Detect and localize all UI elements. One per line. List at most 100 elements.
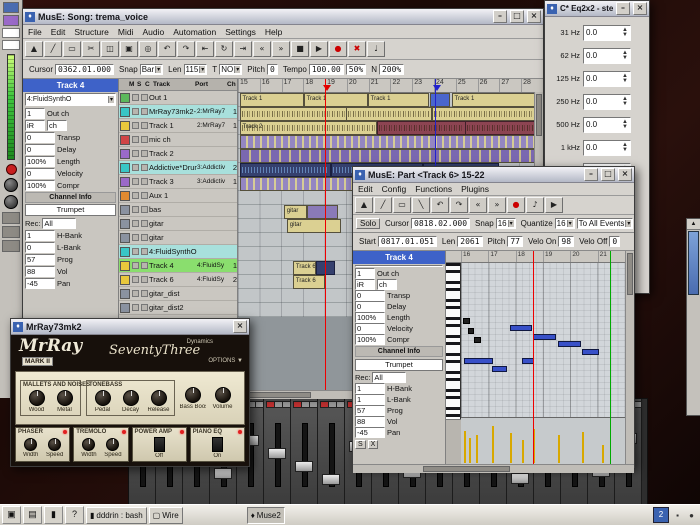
mixer-channel-strip[interactable]	[264, 399, 291, 506]
solo-dot[interactable]	[141, 150, 148, 157]
quantize-select[interactable]: 16▾	[555, 218, 575, 229]
out-ch-value[interactable]: 1	[25, 108, 45, 119]
spinner-icons[interactable]: ▲▼	[622, 74, 628, 84]
pan-value[interactable]: -45	[355, 427, 385, 438]
velocity-value[interactable]: 0	[355, 323, 385, 334]
speed-knob[interactable]	[106, 438, 119, 451]
track-select[interactable]: Track 4	[23, 79, 118, 92]
spin-down-icon[interactable]: ▼	[622, 148, 628, 153]
decay-knob[interactable]	[123, 390, 139, 406]
zoom-h-box[interactable]: 50%	[346, 64, 366, 75]
strip-button[interactable]	[282, 401, 291, 408]
band-value-box[interactable]: 0.0▲▼	[583, 117, 631, 133]
input-route-select[interactable]: iR	[355, 279, 375, 290]
forward-icon[interactable]: »	[272, 41, 290, 57]
part[interactable]	[307, 205, 338, 219]
wood-knob[interactable]	[29, 390, 45, 406]
velocity-value[interactable]: 0	[25, 168, 55, 179]
part[interactable]: Track 1	[368, 93, 429, 107]
part[interactable]: Track 6	[293, 275, 326, 289]
part[interactable]: Track 2	[240, 121, 378, 135]
mute-dot[interactable]	[132, 122, 139, 129]
scrollbar-thumb[interactable]	[627, 253, 633, 295]
mute-dot[interactable]	[132, 178, 139, 185]
scrollbar-thumb[interactable]	[536, 94, 542, 136]
track-select[interactable]: Track 4	[353, 251, 445, 264]
menu-functions[interactable]: Functions	[415, 184, 452, 194]
background-scrollbar[interactable]: ▲	[686, 218, 700, 416]
spinner-icons[interactable]: ▲▼	[622, 97, 628, 107]
mute-dot[interactable]	[132, 276, 139, 283]
eraser-tool-icon[interactable]: ▭	[393, 197, 411, 213]
output-port-select[interactable]: 4:FluidSynthO▾	[355, 265, 443, 267]
band-value-box[interactable]: 0.0▲▼	[583, 25, 631, 41]
strip-button[interactable]	[2, 226, 20, 238]
pianoroll-ruler[interactable]: 161718192021	[461, 251, 625, 263]
solo-dot[interactable]	[141, 164, 148, 171]
track-row[interactable]: Track 44:FluidSy1	[119, 259, 237, 273]
snap-select[interactable]: 16▾	[496, 218, 516, 229]
strip-button[interactable]	[2, 212, 20, 224]
solo-dot[interactable]	[141, 136, 148, 143]
solo-dot[interactable]	[141, 234, 148, 241]
task-button-dddrin-bash[interactable]: ▮dddrin : bash	[86, 507, 147, 524]
delay-value[interactable]: 0	[25, 144, 55, 155]
transp-value[interactable]: 0	[25, 132, 55, 143]
rec-select[interactable]: All	[42, 218, 76, 229]
piano-keyboard[interactable]	[446, 263, 461, 419]
undo-icon[interactable]: ↶	[431, 197, 449, 213]
strip-value-box[interactable]	[2, 28, 20, 38]
pan-value[interactable]: -45	[25, 278, 55, 289]
velocity-bar[interactable]	[582, 432, 584, 463]
apply-to-select[interactable]: To All Events▾	[577, 218, 634, 229]
velocity-bar[interactable]	[464, 431, 466, 463]
width-knob[interactable]	[82, 438, 95, 451]
strip-button[interactable]	[2, 240, 20, 252]
metronome-icon[interactable]: ♩	[367, 41, 385, 57]
help-icon[interactable]: ?	[65, 506, 84, 524]
close-button[interactable]: ×	[633, 2, 647, 15]
scroll-up-icon[interactable]: ▲	[687, 219, 700, 230]
desktop-icon[interactable]: ▤	[23, 506, 42, 524]
menu-plugins[interactable]: Plugins	[461, 184, 489, 194]
pianoroll-vscrollbar[interactable]	[625, 251, 634, 464]
mrray-titlebar[interactable]: ♦ MrRay73mk2 ×	[11, 319, 249, 335]
start-box[interactable]: 0817.01.051	[378, 236, 437, 247]
band-value-box[interactable]: 0.0▲▼	[583, 140, 631, 156]
fader-knob[interactable]	[322, 474, 340, 485]
line-tool-icon[interactable]: ╲	[412, 197, 430, 213]
velocity-bar[interactable]	[469, 438, 471, 463]
strip-button[interactable]	[309, 401, 318, 408]
minimize-button[interactable]: –	[616, 2, 630, 15]
solo-dot[interactable]	[141, 290, 148, 297]
pencil-tool-icon[interactable]: ╱	[374, 197, 392, 213]
l-bank-value[interactable]: 0	[25, 242, 55, 253]
power-switch[interactable]	[154, 437, 165, 452]
options-menu[interactable]: OPTIONS ▼	[208, 358, 243, 364]
prog-value[interactable]: 57	[355, 405, 385, 416]
track-row[interactable]: Aux 1	[119, 189, 237, 203]
power-switch[interactable]	[212, 437, 223, 452]
menu-config[interactable]: Config	[382, 184, 407, 194]
patch-select[interactable]: Trumpet	[25, 204, 116, 216]
spinner-icons[interactable]: ▲▼	[622, 120, 628, 130]
vol-value[interactable]: 88	[25, 266, 55, 277]
solo-dot[interactable]	[141, 94, 148, 101]
gain-knob[interactable]	[4, 195, 18, 209]
track-row[interactable]: Track 64:FluidSy2	[119, 273, 237, 287]
prog-value[interactable]: 57	[25, 254, 55, 265]
channel-select[interactable]: ch	[377, 279, 397, 290]
length-value[interactable]: 100%	[355, 312, 385, 323]
track-row[interactable]: bas	[119, 203, 237, 217]
track-row[interactable]: Addictive*Drums3:Addictiv2	[119, 161, 237, 175]
rewind-icon[interactable]: «	[253, 41, 271, 57]
stop-icon[interactable]: ■	[291, 41, 309, 57]
record-icon[interactable]: ●	[329, 41, 347, 57]
scrollbar-thumb[interactable]	[423, 466, 509, 472]
next-part-icon[interactable]: »	[488, 197, 506, 213]
tray-icon-1[interactable]: ▪	[671, 509, 684, 522]
track-row[interactable]: 4:FluidSynthO	[119, 245, 237, 259]
loop-icon[interactable]: ↻	[215, 41, 233, 57]
menu-file[interactable]: File	[28, 27, 42, 37]
track-row[interactable]: gitar	[119, 217, 237, 231]
